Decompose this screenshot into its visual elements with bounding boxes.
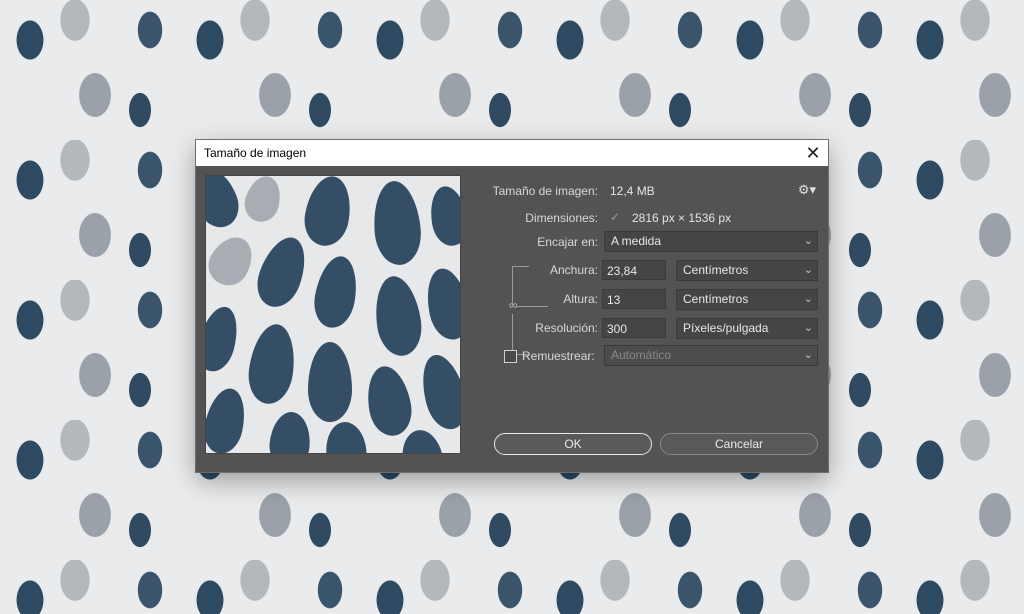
pattern-leaf [249,230,315,314]
pattern-leaf [206,229,261,293]
pattern-leaf [310,253,362,331]
dimensions-label: Dimensiones: [525,211,598,225]
fit-to-value: A medida [611,234,662,248]
resolution-unit-value: Píxeles/pulgada [683,321,769,335]
pattern-leaf [414,350,460,434]
pattern-leaf [206,384,251,453]
pattern-leaf [308,342,352,422]
resolution-label: Resolución: [535,321,598,335]
resample-value: Automático [611,348,672,362]
pattern-leaf [206,176,246,234]
chevron-down-icon: ⌄ [803,293,813,305]
pattern-leaf [426,183,460,249]
width-input[interactable]: 23,84 [602,260,666,280]
width-unit-select[interactable]: Centímetros ⌄ [676,260,818,281]
image-size-label: Tamaño de imagen: [492,184,598,198]
chevron-down-icon: ⌄ [803,235,813,247]
dialog-titlebar: Tamaño de imagen ✕ [196,140,828,166]
gear-icon[interactable]: ⚙▾ [798,182,816,198]
pattern-leaf [300,176,356,250]
pattern-leaf [267,410,313,453]
height-unit-value: Centímetros [683,292,749,306]
fit-to-select[interactable]: A medida ⌄ [604,231,818,252]
dimensions-value: 2816 px × 1536 px [632,211,732,225]
pattern-leaf [370,273,426,359]
dialog-title: Tamaño de imagen [204,146,307,160]
resample-label: Remuestrear: [522,349,595,363]
resample-checkbox[interactable] [504,350,517,363]
ok-button[interactable]: OK [494,433,652,455]
height-label: Altura: [563,292,598,306]
pattern-leaf [420,264,460,344]
link-connector [516,306,548,307]
pattern-leaf [206,302,244,376]
image-size-dialog: Tamaño de imagen ✕ Tamaño de imagen: 12,… [196,140,828,472]
chevron-down-icon: ⌄ [803,349,813,361]
pattern-leaf [323,420,369,453]
pattern-leaf [240,176,286,226]
chevron-down-icon: ⌄ [803,264,813,276]
close-icon[interactable]: ✕ [798,140,828,166]
resolution-input[interactable]: 300 [602,318,666,338]
image-size-form: Tamaño de imagen: 12,4 MB ⚙▾ Dimensiones… [466,176,828,466]
fit-to-label: Encajar en: [537,235,598,249]
height-unit-select[interactable]: Centímetros ⌄ [676,289,818,310]
pattern-leaf [370,179,424,267]
width-label: Anchura: [549,263,598,277]
resolution-unit-select[interactable]: Píxeles/pulgada ⌄ [676,318,818,339]
chain-link-icon[interactable]: ∞ [509,298,518,312]
pattern-leaf [397,426,447,453]
resample-select: Automático ⌄ [604,345,818,366]
height-input[interactable]: 13 [602,289,666,309]
chevron-down-icon: ⌄ [803,322,813,334]
pattern-leaf [362,362,416,440]
cancel-button[interactable]: Cancelar [660,433,818,455]
checkmark-icon[interactable]: ✓ [610,210,620,224]
image-size-value: 12,4 MB [610,184,655,198]
width-unit-value: Centímetros [683,263,749,277]
pattern-leaf [244,321,300,407]
image-preview[interactable] [206,176,460,453]
